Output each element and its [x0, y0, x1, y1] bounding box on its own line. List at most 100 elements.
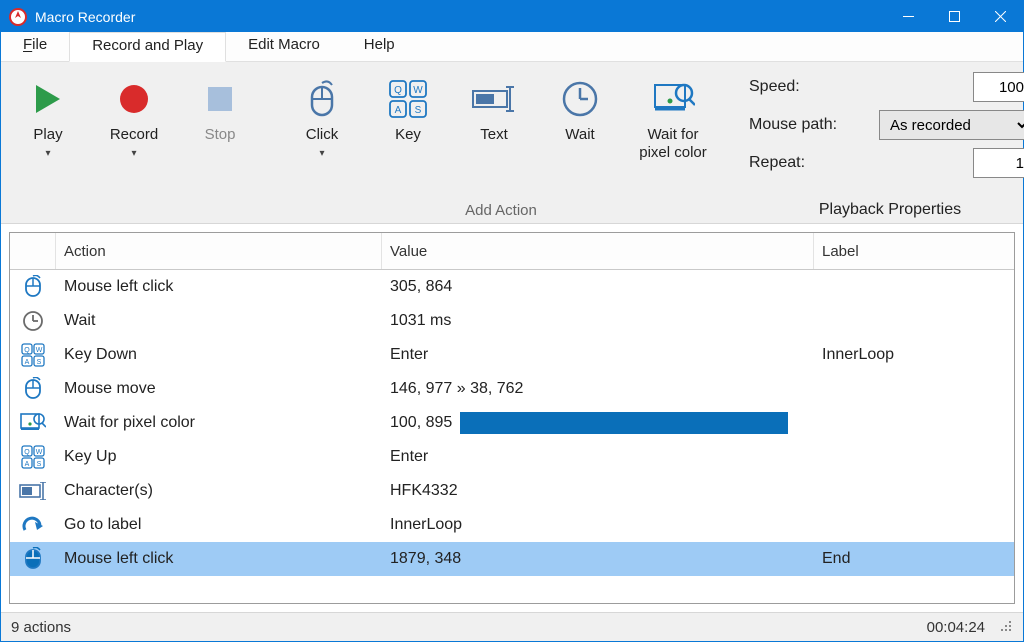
group-playback-props: Speed: Mouse path: As recorded Repeat: P… [735, 62, 1024, 223]
svg-text:W: W [36, 347, 43, 354]
svg-text:W: W [413, 85, 423, 96]
pixel-icon [651, 79, 695, 119]
status-count: 9 actions [11, 619, 71, 636]
table-row[interactable]: Mouse left click305, 864 [10, 270, 1014, 304]
svg-text:A: A [395, 105, 402, 116]
mouse-path-select[interactable]: As recorded [879, 110, 1024, 140]
row-action: Mouse left click [56, 550, 382, 568]
header-value[interactable]: Value [382, 233, 814, 269]
record-icon [116, 81, 152, 117]
record-button[interactable]: Record ▾ [97, 68, 171, 159]
play-button[interactable]: Play ▾ [11, 68, 85, 159]
row-value: Enter [382, 448, 814, 466]
minimize-button[interactable] [885, 1, 931, 32]
speed-input[interactable] [973, 72, 1024, 102]
play-icon [30, 81, 66, 117]
group-label-add-action: Add Action [285, 200, 717, 219]
key-icon: Q W A S [388, 79, 428, 119]
click-dropdown-icon[interactable]: ▾ [319, 148, 324, 159]
row-icon [10, 547, 56, 571]
clock-icon [561, 80, 599, 118]
stop-label: Stop [205, 126, 236, 144]
table-row[interactable]: Mouse move146, 977 » 38, 762 [10, 372, 1014, 406]
key-button[interactable]: Q W A S Key [371, 68, 445, 144]
row-icon: QWAS [10, 445, 56, 469]
menubar: File Record and Play Edit Macro Help [1, 32, 1023, 62]
row-action: Mouse left click [56, 278, 382, 296]
click-label: Click [306, 126, 339, 144]
row-icon [10, 412, 56, 434]
row-action: Key Down [56, 346, 382, 364]
row-icon [10, 275, 56, 299]
table-row[interactable]: Wait1031 ms [10, 304, 1014, 338]
ribbon: Play ▾ Record ▾ Stop [1, 62, 1023, 224]
row-icon: QWAS [10, 343, 56, 367]
stop-icon [204, 83, 236, 115]
row-label: End [814, 550, 1014, 568]
row-value: Enter [382, 346, 814, 364]
svg-text:S: S [37, 359, 42, 366]
grid-header: Action Value Label [10, 233, 1014, 270]
row-value: 100, 895 [382, 412, 814, 434]
play-label: Play [33, 126, 62, 144]
svg-text:Q: Q [394, 85, 402, 96]
repeat-label: Repeat: [749, 154, 805, 172]
row-value: 305, 864 [382, 278, 814, 296]
row-label: InnerLoop [814, 346, 1014, 364]
menu-help[interactable]: Help [342, 32, 417, 61]
header-label[interactable]: Label [814, 233, 1014, 269]
wait-button[interactable]: Wait [543, 68, 617, 144]
play-dropdown-icon[interactable]: ▾ [45, 148, 50, 159]
header-icon[interactable] [10, 233, 56, 269]
row-action: Mouse move [56, 380, 382, 398]
statusbar: 9 actions 00:04:24 [1, 612, 1023, 641]
group-label-playback: Playback Properties [749, 201, 1024, 219]
window-title: Macro Recorder [35, 9, 885, 25]
row-action: Wait for pixel color [56, 414, 382, 432]
svg-text:W: W [36, 449, 43, 456]
row-action: Wait [56, 312, 382, 330]
resize-grip-icon[interactable] [1001, 621, 1013, 633]
action-grid: Action Value Label Mouse left click305, … [9, 232, 1015, 604]
titlebar: Macro Recorder [1, 1, 1023, 32]
text-button[interactable]: Text [457, 68, 531, 144]
body-area: Action Value Label Mouse left click305, … [1, 224, 1023, 612]
row-value: 1879, 348 [382, 550, 814, 568]
group-playback-controls: Play ▾ Record ▾ Stop [1, 62, 267, 223]
row-value: 146, 977 » 38, 762 [382, 380, 814, 398]
table-row[interactable]: Go to labelInnerLoop [10, 508, 1014, 542]
key-label: Key [395, 126, 421, 144]
row-value: 1031 ms [382, 312, 814, 330]
row-action: Character(s) [56, 482, 382, 500]
mouse-path-label: Mouse path: [749, 116, 837, 134]
row-value: HFK4332 [382, 482, 814, 500]
click-button[interactable]: Click ▾ [285, 68, 359, 159]
table-row[interactable]: QWASKey UpEnter [10, 440, 1014, 474]
menu-edit-macro[interactable]: Edit Macro [226, 32, 342, 61]
table-row[interactable]: QWASKey DownEnterInnerLoop [10, 338, 1014, 372]
svg-text:A: A [25, 461, 30, 468]
menu-file[interactable]: File [1, 32, 69, 61]
color-swatch [460, 412, 788, 434]
row-value: InnerLoop [382, 516, 814, 534]
speed-label: Speed: [749, 78, 800, 96]
maximize-button[interactable] [931, 1, 977, 32]
wait-pixel-label: Wait for pixel color [639, 126, 707, 162]
record-label: Record [110, 126, 158, 144]
stop-button[interactable]: Stop [183, 68, 257, 144]
record-dropdown-icon[interactable]: ▾ [131, 148, 136, 159]
header-action[interactable]: Action [56, 233, 382, 269]
row-icon [10, 310, 56, 332]
row-action: Key Up [56, 448, 382, 466]
table-row[interactable]: Wait for pixel color100, 895 [10, 406, 1014, 440]
window: Macro Recorder File Record and Play Edit… [0, 0, 1024, 642]
svg-text:S: S [415, 105, 422, 116]
repeat-input[interactable] [973, 148, 1024, 178]
row-icon [10, 377, 56, 401]
table-row[interactable]: Character(s)HFK4332 [10, 474, 1014, 508]
text-label: Text [480, 126, 508, 144]
close-button[interactable] [977, 1, 1023, 32]
wait-pixel-button[interactable]: Wait for pixel color [629, 68, 717, 162]
table-row[interactable]: Mouse left click1879, 348End [10, 542, 1014, 576]
menu-record-play[interactable]: Record and Play [69, 32, 226, 62]
